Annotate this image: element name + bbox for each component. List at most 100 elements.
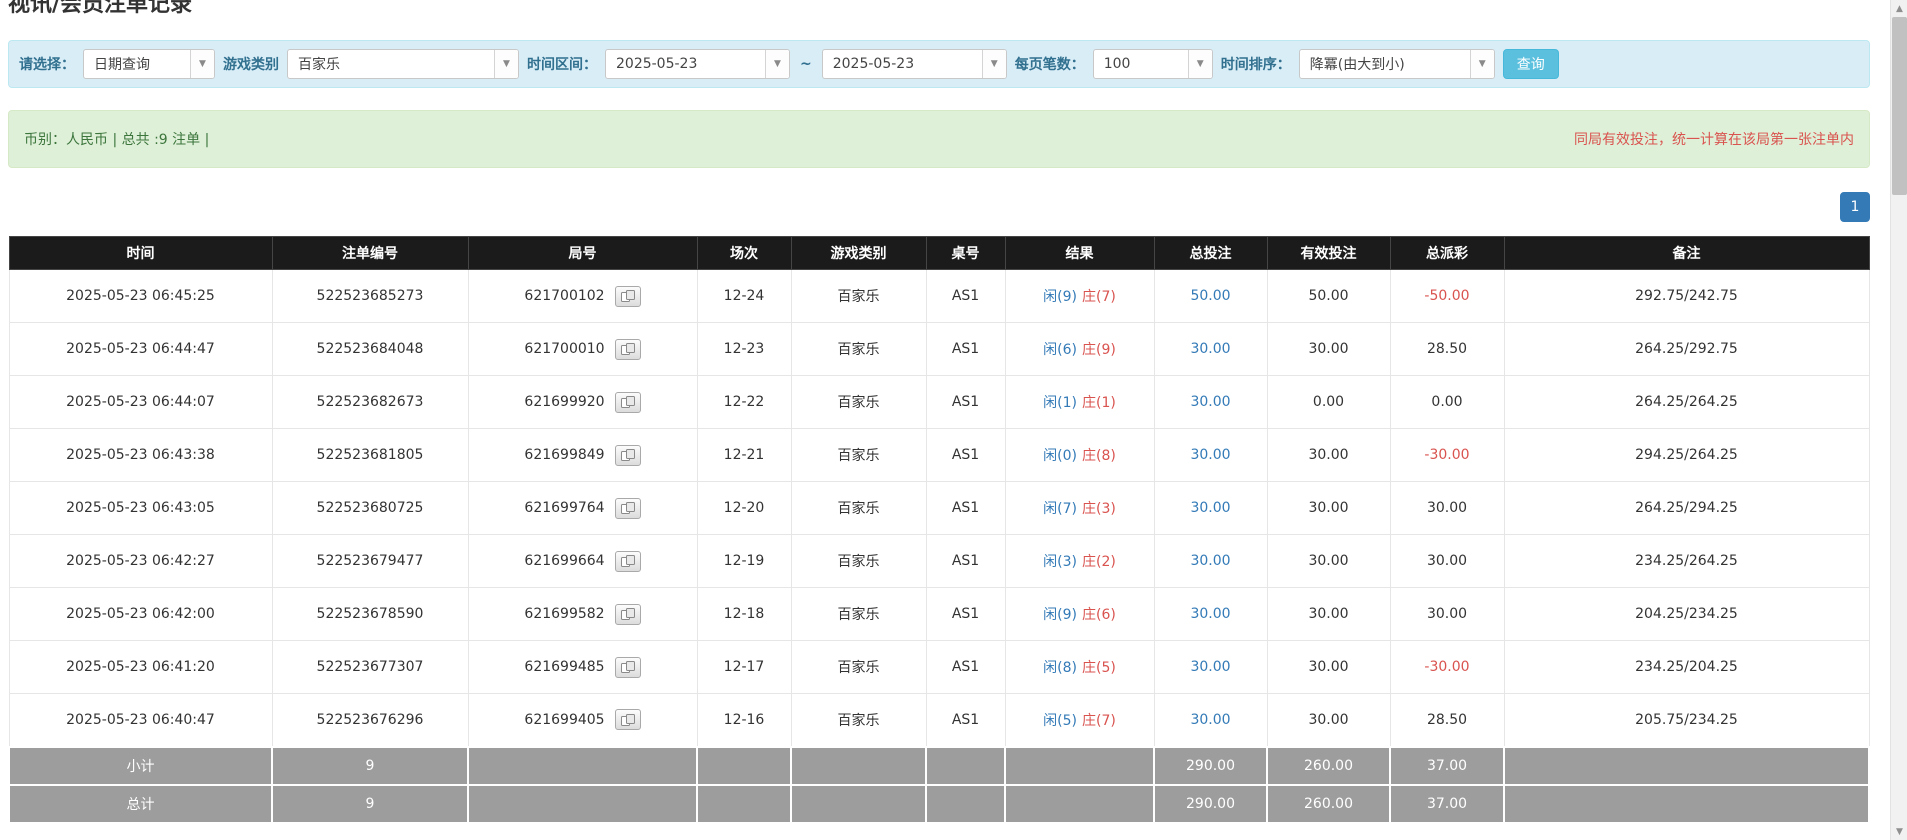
total-bet-link[interactable]: 30.00 <box>1190 500 1230 516</box>
cell-payout: 28.50 <box>1390 323 1504 376</box>
total-bet-link[interactable]: 30.00 <box>1190 394 1230 410</box>
result-banker: 庄(8) <box>1082 448 1116 464</box>
game-type-label: 游戏类别 <box>223 54 279 74</box>
bet-records-table: 时间注单编号局号场次游戏类别桌号结果总投注有效投注总派彩备注 2025-05-2… <box>8 236 1870 824</box>
subtotal-row: 小计 9 290.00 260.00 37.00 <box>9 747 1869 785</box>
table-header-row: 时间注单编号局号场次游戏类别桌号结果总投注有效投注总派彩备注 <box>9 237 1869 270</box>
query-type-value: 日期查询 <box>84 50 190 78</box>
query-button[interactable]: 查询 <box>1503 49 1559 79</box>
chevron-down-icon[interactable]: ▼ <box>190 50 214 78</box>
scrollbar-up-icon[interactable]: ▲ <box>1891 0 1907 17</box>
table-row: 2025-05-23 06:40:47 522523676296 6216994… <box>9 694 1869 747</box>
cell-payout: -50.00 <box>1390 270 1504 323</box>
road-map-icon[interactable] <box>615 445 641 466</box>
cell-valid-bet: 0.00 <box>1267 376 1390 429</box>
total-bet-link[interactable]: 30.00 <box>1190 447 1230 463</box>
cell-payout: -30.00 <box>1390 641 1504 694</box>
game-type-select[interactable]: 百家乐 ▼ <box>287 49 519 79</box>
scrollbar-thumb[interactable] <box>1892 17 1907 195</box>
currency-total-info: 币别：人民币 | 总共 :9 注单 | <box>24 129 209 149</box>
page-1-button[interactable]: 1 <box>1840 192 1870 222</box>
cell-note: 234.25/204.25 <box>1504 641 1869 694</box>
cell-game-type: 百家乐 <box>791 376 926 429</box>
per-page-select[interactable]: 100 ▼ <box>1093 49 1213 79</box>
table-row: 2025-05-23 06:44:47 522523684048 6217000… <box>9 323 1869 376</box>
chevron-down-icon[interactable]: ▼ <box>494 50 518 78</box>
total-bet-link[interactable]: 30.00 <box>1190 606 1230 622</box>
cell-table-no: AS1 <box>926 270 1005 323</box>
subtotal-label: 小计 <box>9 747 272 785</box>
cell-time: 2025-05-23 06:42:00 <box>9 588 272 641</box>
cell-time: 2025-05-23 06:40:47 <box>9 694 272 747</box>
scrollbar-down-icon[interactable]: ▼ <box>1891 823 1907 840</box>
total-bet-link[interactable]: 30.00 <box>1190 553 1230 569</box>
round-number: 621700010 <box>524 341 604 357</box>
chevron-down-icon[interactable]: ▼ <box>982 50 1006 78</box>
cell-session: 12-20 <box>697 482 791 535</box>
chevron-down-icon[interactable]: ▼ <box>765 50 789 78</box>
pagination: 1 <box>8 192 1870 222</box>
cell-table-no: AS1 <box>926 535 1005 588</box>
cell-session: 12-23 <box>697 323 791 376</box>
time-sort-value: 降冪(由大到小) <box>1300 50 1470 78</box>
cell-table-no: AS1 <box>926 429 1005 482</box>
total-bet-link[interactable]: 30.00 <box>1190 712 1230 728</box>
round-number: 621699405 <box>524 712 604 728</box>
cell-table-no: AS1 <box>926 323 1005 376</box>
cell-bet-id: 522523680725 <box>272 482 468 535</box>
cell-note: 264.25/292.75 <box>1504 323 1869 376</box>
cell-note: 204.25/234.25 <box>1504 588 1869 641</box>
date-to-input[interactable]: 2025-05-23 ▼ <box>822 49 1007 79</box>
cell-session: 12-19 <box>697 535 791 588</box>
road-map-icon[interactable] <box>615 709 641 730</box>
cell-payout: 28.50 <box>1390 694 1504 747</box>
grand-total-count: 9 <box>272 785 468 823</box>
valid-bet-notice: 同局有效投注，统一计算在该局第一张注单内 <box>1574 129 1854 149</box>
cell-valid-bet: 30.00 <box>1267 641 1390 694</box>
main-content: 视讯/会员注单记录 请选择： 日期查询 ▼ 游戏类别 百家乐 ▼ 时间区间： 2… <box>8 0 1870 824</box>
cell-total-bet: 30.00 <box>1154 429 1267 482</box>
total-bet-link[interactable]: 30.00 <box>1190 659 1230 675</box>
road-map-icon[interactable] <box>615 604 641 625</box>
column-header: 时间 <box>9 237 272 270</box>
cell-total-bet: 30.00 <box>1154 694 1267 747</box>
cell-valid-bet: 30.00 <box>1267 429 1390 482</box>
road-map-icon[interactable] <box>615 392 641 413</box>
cell-total-bet: 30.00 <box>1154 376 1267 429</box>
date-range-separator: ~ <box>798 56 814 72</box>
vertical-scrollbar[interactable]: ▲ ▼ <box>1890 0 1907 840</box>
cell-bet-id: 522523676296 <box>272 694 468 747</box>
cell-round: 621699664 <box>468 535 697 588</box>
cell-payout: -30.00 <box>1390 429 1504 482</box>
cell-result: 闲(5)庄(7) <box>1005 694 1154 747</box>
table-row: 2025-05-23 06:44:07 522523682673 6216999… <box>9 376 1869 429</box>
cell-bet-id: 522523684048 <box>272 323 468 376</box>
road-map-icon[interactable] <box>615 286 641 307</box>
result-banker: 庄(2) <box>1082 554 1116 570</box>
column-header: 备注 <box>1504 237 1869 270</box>
query-type-select[interactable]: 日期查询 ▼ <box>83 49 215 79</box>
date-from-input[interactable]: 2025-05-23 ▼ <box>605 49 790 79</box>
chevron-down-icon[interactable]: ▼ <box>1470 50 1494 78</box>
cell-game-type: 百家乐 <box>791 588 926 641</box>
total-bet-link[interactable]: 50.00 <box>1190 288 1230 304</box>
road-map-icon[interactable] <box>615 498 641 519</box>
column-header: 总投注 <box>1154 237 1267 270</box>
cell-valid-bet: 30.00 <box>1267 482 1390 535</box>
cell-bet-id: 522523681805 <box>272 429 468 482</box>
cell-round: 621699849 <box>468 429 697 482</box>
road-map-icon[interactable] <box>615 339 641 360</box>
total-bet-link[interactable]: 30.00 <box>1190 341 1230 357</box>
result-player: 闲(0) <box>1043 448 1077 464</box>
cell-round: 621699920 <box>468 376 697 429</box>
cell-table-no: AS1 <box>926 641 1005 694</box>
road-map-icon[interactable] <box>615 657 641 678</box>
time-sort-select[interactable]: 降冪(由大到小) ▼ <box>1299 49 1495 79</box>
chevron-down-icon[interactable]: ▼ <box>1188 50 1212 78</box>
cell-round: 621699582 <box>468 588 697 641</box>
cell-time: 2025-05-23 06:42:27 <box>9 535 272 588</box>
road-map-icon[interactable] <box>615 551 641 572</box>
grand-total-row: 总计 9 290.00 260.00 37.00 <box>9 785 1869 823</box>
cell-table-no: AS1 <box>926 694 1005 747</box>
result-player: 闲(9) <box>1043 607 1077 623</box>
